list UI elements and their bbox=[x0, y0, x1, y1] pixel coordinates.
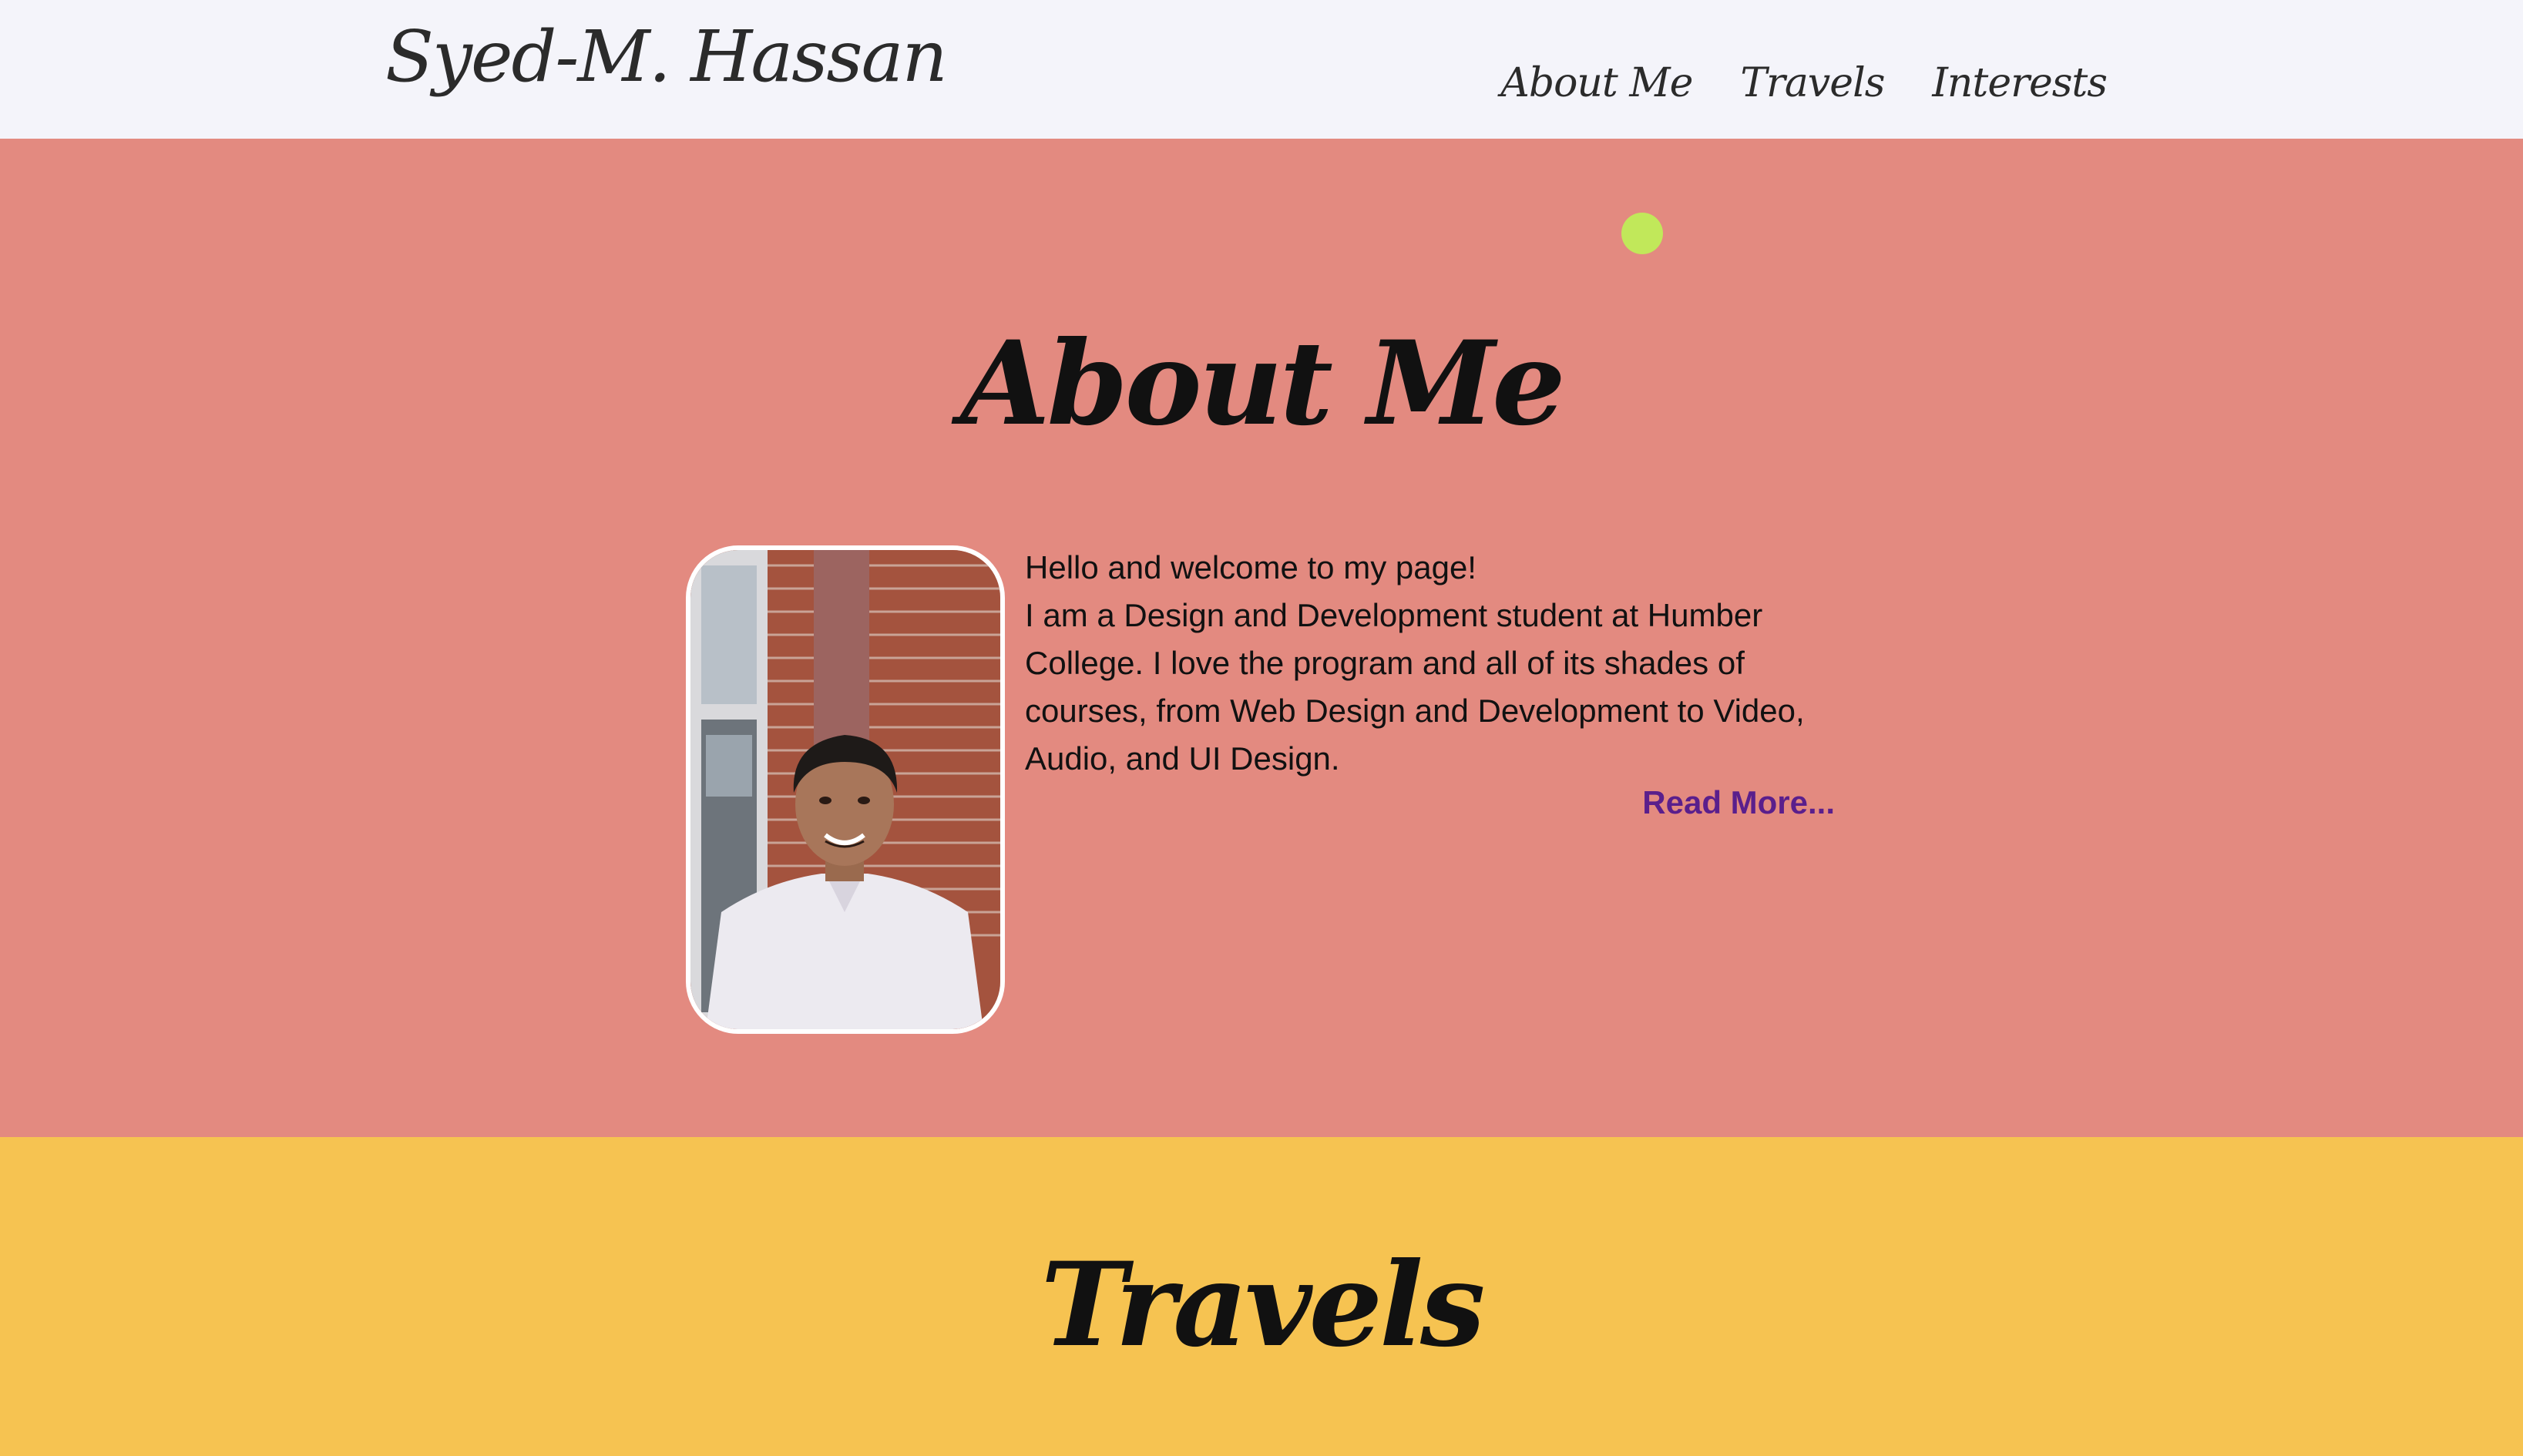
site-header: Syed-M. Hassan About Me Travels Interest… bbox=[0, 0, 2523, 139]
green-dot-icon bbox=[1621, 213, 1663, 254]
nav-link-interests[interactable]: Interests bbox=[1932, 60, 2108, 106]
site-logo[interactable]: Syed-M. Hassan bbox=[385, 15, 948, 98]
travels-title: Travels bbox=[1040, 1237, 1486, 1373]
about-title: About Me bbox=[960, 316, 1565, 451]
about-greeting: Hello and welcome to my page! bbox=[1025, 549, 1477, 585]
about-body: I am a Design and Development student at… bbox=[1025, 597, 1805, 777]
about-section: About Me Hello and welcome to my page! I… bbox=[0, 139, 2523, 1137]
nav-link-about-me[interactable]: About Me bbox=[1500, 60, 1693, 106]
nav-link-travels[interactable]: Travels bbox=[1740, 60, 1885, 106]
about-bio: Hello and welcome to my page! I am a Des… bbox=[1025, 544, 1842, 783]
travels-section: Travels bbox=[0, 1137, 2523, 1456]
main-nav: About Me Travels Interests bbox=[1500, 60, 2108, 106]
read-more-link[interactable]: Read More... bbox=[1642, 784, 1835, 821]
profile-photo bbox=[686, 545, 1005, 1034]
